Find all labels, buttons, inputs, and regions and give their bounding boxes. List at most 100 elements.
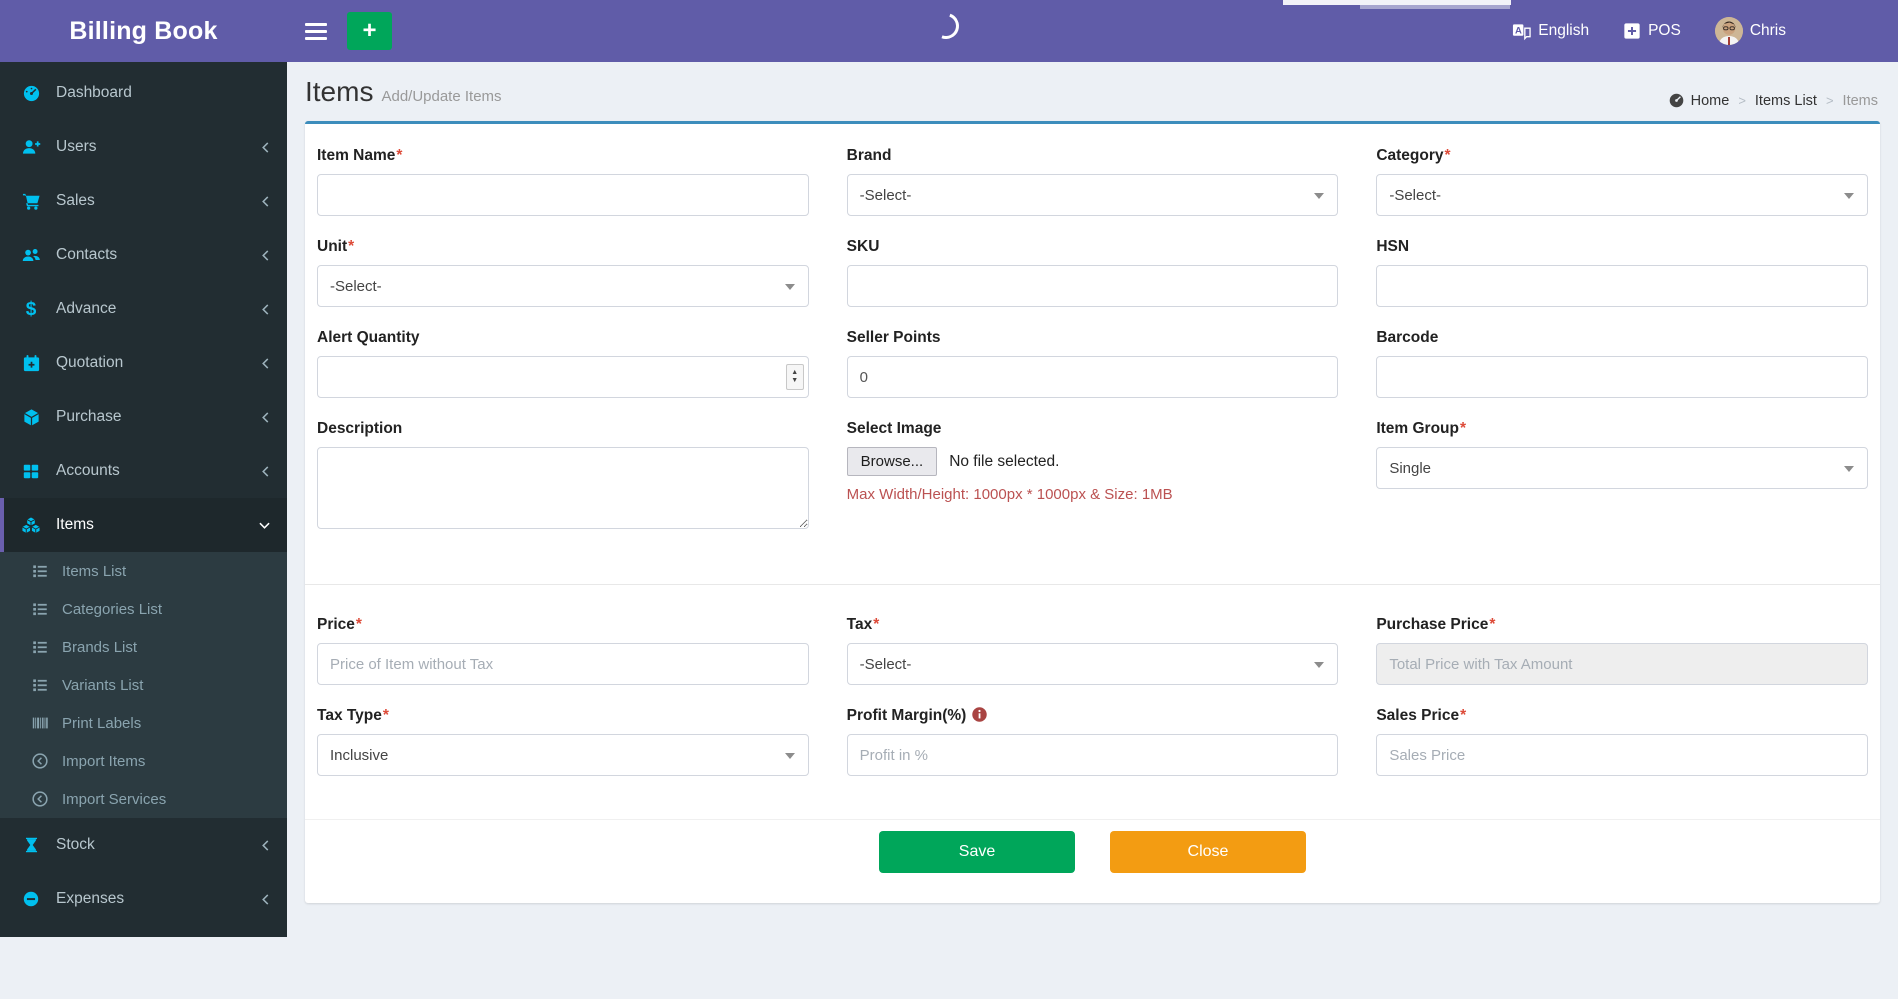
field-sku: SKU: [846, 237, 1339, 307]
minus-circle-icon: [20, 890, 42, 908]
sku-label: SKU: [846, 238, 880, 255]
tax-label: Tax*: [846, 616, 880, 633]
chevron-down-icon: [258, 520, 271, 531]
sidebar-item-purchase[interactable]: Purchase: [0, 390, 287, 444]
barcode-label: Barcode: [1376, 329, 1439, 346]
user-name: Chris: [1749, 22, 1786, 39]
save-button[interactable]: Save: [879, 831, 1075, 873]
sidebar-item-label: Quotation: [56, 354, 124, 371]
sidebar-item-accounts[interactable]: Accounts: [0, 444, 287, 498]
sidebar-item-sales[interactable]: Sales: [0, 174, 287, 228]
sidebar-item-items[interactable]: Items: [0, 498, 287, 552]
sidebar-subitem-items-list[interactable]: Items List: [0, 552, 287, 590]
sales-price-input[interactable]: [1376, 734, 1868, 776]
sidebar-subitem-label: Brands List: [62, 638, 138, 656]
breadcrumb: Home > Items List > Items: [1668, 92, 1878, 109]
user-plus-icon: [20, 138, 42, 157]
sidebar-subitem-import-services[interactable]: Import Services: [0, 780, 287, 818]
pos-menu[interactable]: POS: [1623, 22, 1681, 40]
sidebar-subitem-print-labels[interactable]: Print Labels: [0, 704, 287, 742]
sidebar-item-label: Expenses: [56, 890, 125, 907]
chevron-left-icon: [260, 141, 271, 154]
sidebar-item-label: Items: [56, 516, 94, 533]
purchase-price-input[interactable]: [1376, 643, 1868, 685]
sidebar-subitem-label: Items List: [62, 562, 127, 580]
item-name-label: Item Name*: [317, 147, 403, 164]
sidebar-item-advance[interactable]: $ Advance: [0, 282, 287, 336]
chevron-down-icon: [784, 753, 795, 759]
calendar-plus-icon: [20, 354, 42, 373]
field-description: Description: [317, 419, 809, 534]
chevron-down-icon: [784, 284, 795, 290]
list-icon: [30, 562, 50, 580]
number-stepper[interactable]: ▲ ▼: [785, 364, 804, 390]
item-group-label: Item Group*: [1376, 420, 1467, 437]
chevron-left-icon: [260, 839, 271, 852]
sidebar-subitem-label: Variants List: [62, 676, 144, 694]
sidebar-subitem-variants-list[interactable]: Variants List: [0, 666, 287, 704]
field-item-group: Item Group* Single: [1376, 419, 1868, 534]
description-textarea[interactable]: [317, 447, 809, 529]
user-menu[interactable]: Chris: [1714, 17, 1786, 45]
language-menu[interactable]: A English: [1512, 22, 1589, 41]
field-barcode: Barcode: [1376, 328, 1868, 398]
image-size-note: Max Width/Height: 1000px * 1000px & Size…: [846, 486, 1173, 503]
sidebar-item-label: Sales: [56, 192, 95, 209]
sidebar-subitem-import-items[interactable]: Import Items: [0, 742, 287, 780]
category-label: Category*: [1376, 147, 1451, 164]
profit-margin-input[interactable]: [846, 734, 1339, 776]
hsn-input[interactable]: [1376, 265, 1868, 307]
language-icon: A: [1512, 22, 1531, 41]
hourglass-icon: [20, 836, 42, 854]
cubes-icon: [20, 516, 42, 535]
chevron-down-icon: [1314, 193, 1325, 199]
chevron-left-icon: [260, 249, 271, 262]
seller-points-input[interactable]: [846, 356, 1339, 398]
sidebar-toggle-icon[interactable]: [305, 22, 327, 40]
import-icon: [30, 790, 50, 808]
partial-dropdown-artifact-shadow: [1360, 5, 1510, 9]
sidebar-item-contacts[interactable]: Contacts: [0, 228, 287, 282]
sidebar-item-stock[interactable]: Stock: [0, 818, 287, 872]
tax-select[interactable]: -Select-: [846, 643, 1339, 685]
quick-add-button[interactable]: +: [347, 12, 392, 50]
breadcrumb-current: Items: [1842, 92, 1878, 109]
page-subtitle: Add/Update Items: [381, 88, 502, 105]
tax-type-select[interactable]: Inclusive: [317, 734, 809, 776]
item-group-select[interactable]: Single: [1376, 447, 1868, 489]
sidebar-item-users[interactable]: Users: [0, 120, 287, 174]
chevron-down-icon: [1843, 466, 1854, 472]
sidebar-subitem-label: Categories List: [62, 600, 163, 618]
category-select[interactable]: -Select-: [1376, 174, 1868, 216]
field-hsn: HSN: [1376, 237, 1868, 307]
description-label: Description: [317, 420, 403, 437]
sidebar-subitem-label: Print Labels: [62, 714, 142, 732]
sku-input[interactable]: [846, 265, 1339, 307]
sidebar-subitem-brands-list[interactable]: Brands List: [0, 628, 287, 666]
svg-text:A: A: [1515, 25, 1522, 36]
sidebar-subitem-categories-list[interactable]: Categories List: [0, 590, 287, 628]
sidebar-item-dashboard[interactable]: Dashboard: [0, 66, 287, 120]
hsn-label: HSN: [1376, 238, 1410, 255]
close-button[interactable]: Close: [1110, 831, 1306, 873]
page-title: Items Add/Update Items: [305, 76, 502, 108]
barcode-input[interactable]: [1376, 356, 1868, 398]
field-item-name: Item Name*: [317, 146, 809, 216]
section-divider: [305, 584, 1880, 585]
breadcrumb-home[interactable]: Home: [1668, 92, 1729, 109]
items-submenu: Items List Categories List Brands List V…: [0, 552, 287, 818]
sidebar-item-expenses[interactable]: Expenses: [0, 872, 287, 926]
unit-label: Unit*: [317, 238, 355, 255]
browse-button[interactable]: Browse...: [846, 447, 938, 476]
chevron-left-icon: [260, 357, 271, 370]
unit-select[interactable]: -Select-: [317, 265, 809, 307]
item-name-input[interactable]: [317, 174, 809, 216]
sidebar-item-quotation[interactable]: Quotation: [0, 336, 287, 390]
field-select-image: Select Image Browse... No file selected.…: [846, 419, 1339, 534]
price-input[interactable]: [317, 643, 809, 685]
alert-quantity-input[interactable]: [317, 356, 809, 398]
brand-select[interactable]: -Select-: [846, 174, 1339, 216]
breadcrumb-items-list[interactable]: Items List: [1755, 93, 1817, 109]
grid-icon: [20, 462, 42, 480]
tax-type-label: Tax Type*: [317, 707, 389, 724]
